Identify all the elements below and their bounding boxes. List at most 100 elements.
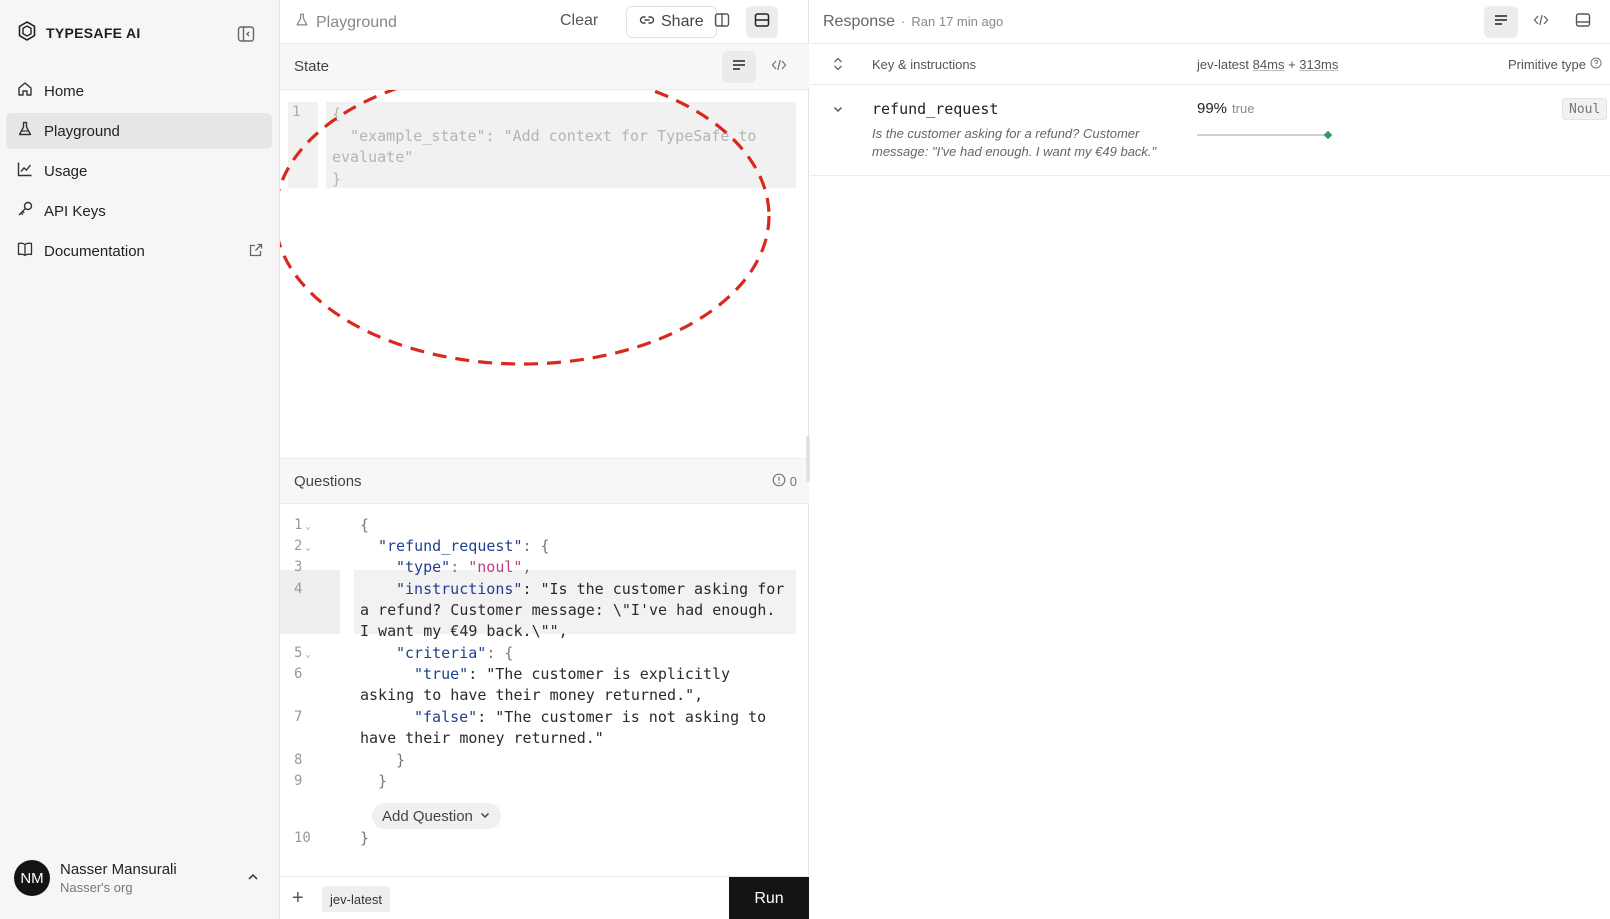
playground-toolbar: Playground Clear Share xyxy=(280,0,809,44)
code-icon xyxy=(1533,12,1549,33)
rows-icon xyxy=(753,11,771,34)
confidence-marker xyxy=(1323,130,1332,140)
avatar: NM xyxy=(14,860,50,896)
confidence-value: 99% true xyxy=(1197,100,1255,117)
external-link-icon xyxy=(248,242,264,262)
code-line: "refund_request": { xyxy=(378,537,550,555)
response-table-header: Key & instructions jev-latest 84ms + 313… xyxy=(810,44,1610,85)
code-view-button[interactable] xyxy=(762,51,796,83)
state-title: State xyxy=(294,58,330,75)
code-line: have their money returned." xyxy=(360,729,604,747)
code-line: asking to have their money returned.", xyxy=(360,686,704,704)
playground-panel: Playground Clear Share State 1 { "exampl… xyxy=(280,0,809,919)
sidebar: TYPESAFE AI Home Playground Usage API Ke… xyxy=(0,0,280,919)
confidence-bar-fill xyxy=(1197,134,1328,136)
user-name: Nasser Mansurali xyxy=(60,861,177,878)
code-line: } xyxy=(360,829,370,847)
sidebar-item-usage[interactable]: Usage xyxy=(6,153,272,189)
code-line: } xyxy=(396,751,406,769)
page-title-text: Playground xyxy=(316,13,397,31)
primitive-type-column-header: Primitive type xyxy=(1508,57,1602,72)
sidebar-item-home[interactable]: Home xyxy=(6,73,272,109)
line-number: 1 ⌄ xyxy=(294,517,311,533)
sidebar-item-label: Playground xyxy=(44,122,120,140)
sidebar-item-playground[interactable]: Playground xyxy=(6,113,272,149)
sidebar-item-label: Documentation xyxy=(44,242,145,260)
code-line: "instructions": "Is the customer asking … xyxy=(396,580,785,598)
info-circle-icon xyxy=(772,473,786,490)
line-number: 8 xyxy=(294,752,303,768)
sidebar-item-api-keys[interactable]: API Keys xyxy=(6,193,272,229)
response-toolbar: Response · Ran 17 min ago xyxy=(810,0,1610,44)
response-code-view-button[interactable] xyxy=(1524,6,1558,38)
separator: · xyxy=(901,14,906,29)
columns-icon xyxy=(713,11,731,34)
code-line: a refund? Customer message: \"I've had e… xyxy=(360,601,776,619)
page-title: Playground xyxy=(294,12,397,33)
state-editor[interactable]: 1 { "example_state": "Add context for Ty… xyxy=(280,90,809,458)
collapse-sidebar-icon[interactable] xyxy=(236,24,256,44)
brand[interactable]: TYPESAFE AI xyxy=(16,20,141,45)
add-model-icon[interactable]: + xyxy=(292,887,304,910)
model-chip[interactable]: jev-latest xyxy=(322,886,391,912)
link-icon xyxy=(639,12,655,33)
code-line: "type": "noul", xyxy=(396,558,532,576)
questions-title: Questions xyxy=(294,473,362,490)
code-line: "true": "The customer is explicitly xyxy=(414,665,731,683)
chart-line-icon xyxy=(16,160,34,182)
run-button[interactable]: Run xyxy=(729,877,809,919)
flask-icon xyxy=(294,12,310,33)
code-line: I want my €49 back.\"", xyxy=(360,622,568,640)
primitive-type-badge: Noul xyxy=(1562,98,1608,120)
home-icon xyxy=(16,80,34,102)
line-number: 7 xyxy=(294,709,303,725)
question-key: refund_request xyxy=(872,100,999,118)
active-line-gutter xyxy=(280,570,340,634)
run-bar: + jev-latest Run xyxy=(280,876,809,919)
chevron-up-icon[interactable] xyxy=(246,870,260,889)
clear-button[interactable]: Clear xyxy=(560,12,598,30)
user-menu[interactable]: NM Nasser Mansurali Nasser's org xyxy=(14,858,266,898)
chevron-down-icon[interactable] xyxy=(832,102,844,120)
code-icon xyxy=(771,57,787,78)
response-row[interactable]: refund_request Is the customer asking fo… xyxy=(810,85,1610,176)
model-column-header: jev-latest 84ms + 313ms xyxy=(1197,57,1339,72)
sidebar-item-label: Usage xyxy=(44,162,88,180)
user-org: Nasser's org xyxy=(60,880,133,895)
align-left-icon xyxy=(731,57,747,78)
annotation-ellipse xyxy=(280,90,771,366)
line-number: 5 ⌄ xyxy=(294,645,311,661)
count-value: 0 xyxy=(789,474,797,489)
key-column-header: Key & instructions xyxy=(872,57,977,72)
align-left-icon xyxy=(1493,12,1509,33)
flask-icon xyxy=(16,120,34,142)
add-question-button[interactable]: Add Question xyxy=(372,803,501,829)
format-text-button[interactable] xyxy=(722,51,756,83)
sidebar-item-documentation[interactable]: Documentation xyxy=(6,233,272,269)
key-icon xyxy=(16,200,34,222)
book-icon xyxy=(16,240,34,262)
chevron-down-icon xyxy=(479,808,491,825)
code-line: "criteria": { xyxy=(396,644,514,662)
line-number: 3 xyxy=(294,559,303,575)
sidebar-nav: Home Playground Usage API Keys Documenta… xyxy=(6,73,272,273)
help-circle-icon[interactable] xyxy=(1590,57,1602,72)
confidence-bar xyxy=(1197,130,1332,140)
split-vertical-layout-button[interactable] xyxy=(706,6,738,38)
share-button[interactable]: Share xyxy=(626,6,717,38)
response-title: Response · Ran 17 min ago xyxy=(823,13,1003,31)
questions-error-count: 0 xyxy=(772,473,797,490)
sidebar-item-label: Home xyxy=(44,82,85,100)
code-line: } xyxy=(378,772,388,790)
split-horizontal-layout-button[interactable] xyxy=(746,6,778,38)
question-instructions: Is the customer asking for a refund? Cus… xyxy=(872,126,1157,159)
response-text-view-button[interactable] xyxy=(1484,6,1518,38)
panel-bottom-icon xyxy=(1574,11,1592,34)
expand-collapse-all-icon[interactable] xyxy=(832,56,844,75)
line-number: 9 xyxy=(294,773,303,789)
response-layout-button[interactable] xyxy=(1566,6,1600,38)
questions-editor[interactable]: 1 ⌄ 2 ⌄ 3 4 5 ⌄ 6 7 8 9 10 { "refund_reques… xyxy=(280,515,809,857)
response-panel: Response · Ran 17 min ago Key & instruct… xyxy=(810,0,1610,919)
code-line: { xyxy=(360,516,370,534)
line-number: 10 xyxy=(294,830,311,846)
